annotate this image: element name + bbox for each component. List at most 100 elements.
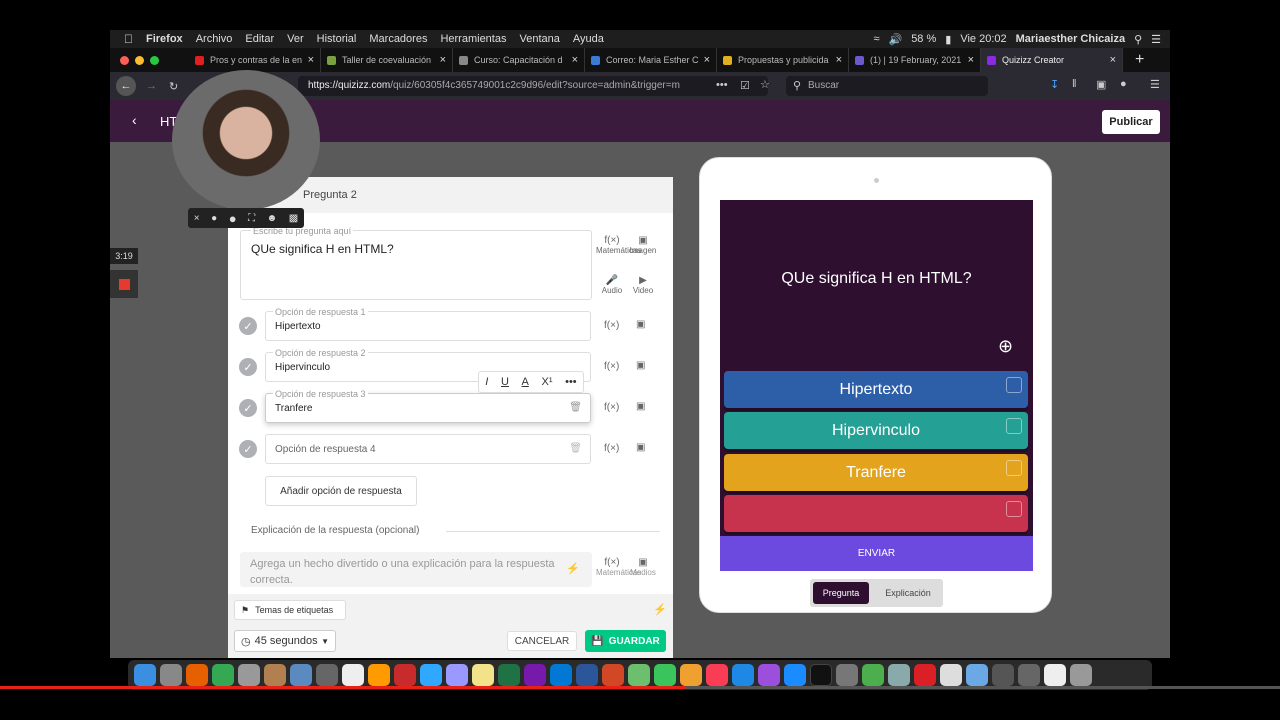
menu-marcadores[interactable]: Marcadores: [369, 33, 427, 45]
system-preferences-icon[interactable]: [836, 664, 858, 686]
tv-icon[interactable]: [810, 664, 832, 686]
answer-option-3[interactable]: Opción de respuesta 3 Tranfere 🗑: [265, 389, 591, 423]
menu-icon[interactable]: ☰: [1150, 78, 1160, 91]
stickies-icon[interactable]: [472, 664, 494, 686]
image-tool[interactable]: ▣ Imagen: [628, 235, 658, 255]
image-icon[interactable]: ▣: [636, 442, 645, 453]
zoom-window-button[interactable]: [150, 55, 159, 65]
webcam-overlay[interactable]: [172, 70, 320, 210]
tags-button[interactable]: ⚑ Temas de etiquetas: [234, 600, 346, 620]
underline-button[interactable]: U: [501, 376, 509, 388]
chrome-icon[interactable]: [212, 664, 234, 686]
video-tool[interactable]: ▶ Video: [628, 275, 658, 295]
close-tab-icon[interactable]: ×: [440, 54, 446, 66]
correct-toggle-1[interactable]: ✓: [239, 317, 257, 335]
library-icon[interactable]: ‖: [1072, 78, 1077, 90]
appstore-icon[interactable]: [784, 664, 806, 686]
explanation-input[interactable]: Agrega un hecho divertido o una explicac…: [240, 552, 592, 587]
minimize-window-button[interactable]: [135, 55, 144, 65]
back-arrow-icon[interactable]: ‹: [132, 112, 137, 128]
more-format-button[interactable]: •••: [565, 376, 577, 388]
finder-icon[interactable]: [134, 664, 156, 686]
close-tab-icon[interactable]: ×: [968, 54, 974, 66]
fullscreen-icon[interactable]: ⛶: [248, 213, 255, 224]
math-icon[interactable]: f(×): [604, 443, 619, 454]
trash-icon[interactable]: [1070, 664, 1092, 686]
preview-app-icon[interactable]: [290, 664, 312, 686]
user-name[interactable]: Mariaesther Chicaiza: [1016, 33, 1125, 45]
launchpad-icon[interactable]: [160, 664, 182, 686]
image-icon[interactable]: ▣: [636, 360, 645, 371]
gift-icon[interactable]: ▩: [289, 213, 298, 224]
math-icon[interactable]: f(×): [604, 320, 619, 331]
calendar-icon[interactable]: [342, 664, 364, 686]
tab-quizizz-creator[interactable]: Quizizz Creator ×: [981, 48, 1123, 72]
correct-toggle-2[interactable]: ✓: [239, 358, 257, 376]
document-icon[interactable]: [1044, 664, 1066, 686]
maps-icon[interactable]: [628, 664, 650, 686]
trash-icon[interactable]: 🗑: [569, 402, 582, 413]
battery-percent[interactable]: 58 %: [911, 33, 936, 45]
preview-answer-1[interactable]: Hipertexto: [724, 371, 1028, 408]
math-tool[interactable]: f(×) Matemáticas: [596, 235, 641, 255]
time-select[interactable]: ◷ 45 segundos ▼: [234, 630, 336, 652]
url-bar[interactable]: https://quizizz.com/quiz/60305f4c3657490…: [298, 76, 768, 96]
pocket-icon[interactable]: ☑: [740, 79, 750, 92]
control-center-icon[interactable]: ☰: [1151, 33, 1161, 46]
close-tab-icon[interactable]: ×: [308, 54, 314, 66]
person-icon[interactable]: ☻: [267, 213, 278, 224]
scanner-icon[interactable]: [888, 664, 910, 686]
tab-taller[interactable]: Taller de coevaluación ×: [321, 48, 453, 72]
add-option-button[interactable]: Añadir opción de respuesta: [265, 476, 417, 506]
reload-icon[interactable]: ↻: [169, 80, 178, 93]
superscript-button[interactable]: X¹: [541, 376, 552, 388]
menu-ver[interactable]: Ver: [287, 33, 304, 45]
utorrent-icon[interactable]: [862, 664, 884, 686]
sidebar-icon[interactable]: ▣: [1096, 78, 1106, 91]
close-window-button[interactable]: [120, 55, 129, 65]
document-icon[interactable]: [940, 664, 962, 686]
answer-option-1[interactable]: Opción de respuesta 1 Hipertexto: [265, 307, 591, 341]
tab-pregunta[interactable]: Pregunta: [813, 582, 869, 604]
notes-icon[interactable]: [238, 664, 260, 686]
facetime-icon[interactable]: [654, 664, 676, 686]
screenshot-icon[interactable]: [1018, 664, 1040, 686]
math-icon[interactable]: f(×): [604, 402, 619, 413]
screenshot-icon[interactable]: [992, 664, 1014, 686]
search-input[interactable]: Buscar: [786, 76, 988, 96]
question-input[interactable]: Escribe tu pregunta aquí QUe significa H…: [240, 226, 592, 300]
expl-math-tool[interactable]: f(×) Matemáticas: [596, 557, 641, 577]
onenote-icon[interactable]: [524, 664, 546, 686]
image-icon[interactable]: ▣: [636, 319, 645, 330]
download-icon[interactable]: ↧: [1050, 78, 1059, 91]
firefox-icon[interactable]: [186, 664, 208, 686]
apple-icon[interactable]: : [124, 32, 133, 46]
text-color-button[interactable]: A: [522, 376, 529, 388]
preview-answer-3[interactable]: Tranfere: [724, 454, 1028, 491]
lightning-icon[interactable]: ⚡: [653, 603, 667, 616]
music-icon[interactable]: [706, 664, 728, 686]
account-icon[interactable]: ●: [1120, 78, 1127, 90]
menu-ventana[interactable]: Ventana: [519, 33, 559, 45]
spotlight-icon[interactable]: ⚲: [1134, 33, 1142, 46]
photos-icon[interactable]: [680, 664, 702, 686]
contacts-icon[interactable]: [264, 664, 286, 686]
close-tab-icon[interactable]: ×: [704, 54, 710, 66]
creative-cloud-icon[interactable]: [914, 664, 936, 686]
size-small-icon[interactable]: ●: [211, 213, 217, 224]
italic-button[interactable]: I: [485, 376, 488, 388]
answer-checkbox[interactable]: [1006, 418, 1022, 434]
more-icon[interactable]: •••: [716, 79, 728, 91]
tab-propuestas[interactable]: Propuestas y publicida ×: [717, 48, 849, 72]
audio-tool[interactable]: 🎤 Audio: [596, 275, 628, 295]
save-button[interactable]: 💾 GUARDAR: [585, 630, 666, 652]
clock[interactable]: Vie 20:02: [960, 33, 1006, 45]
outlook-icon[interactable]: [550, 664, 572, 686]
battery-icon[interactable]: ▮: [945, 33, 951, 46]
zoom-icon[interactable]: ⊕: [998, 336, 1013, 357]
forward-icon[interactable]: →: [146, 80, 157, 92]
premiere-icon[interactable]: [446, 664, 468, 686]
tab-february[interactable]: (1) | 19 February, 2021 ×: [849, 48, 981, 72]
cancel-button[interactable]: CANCELAR: [507, 631, 577, 651]
menu-historial[interactable]: Historial: [317, 33, 357, 45]
